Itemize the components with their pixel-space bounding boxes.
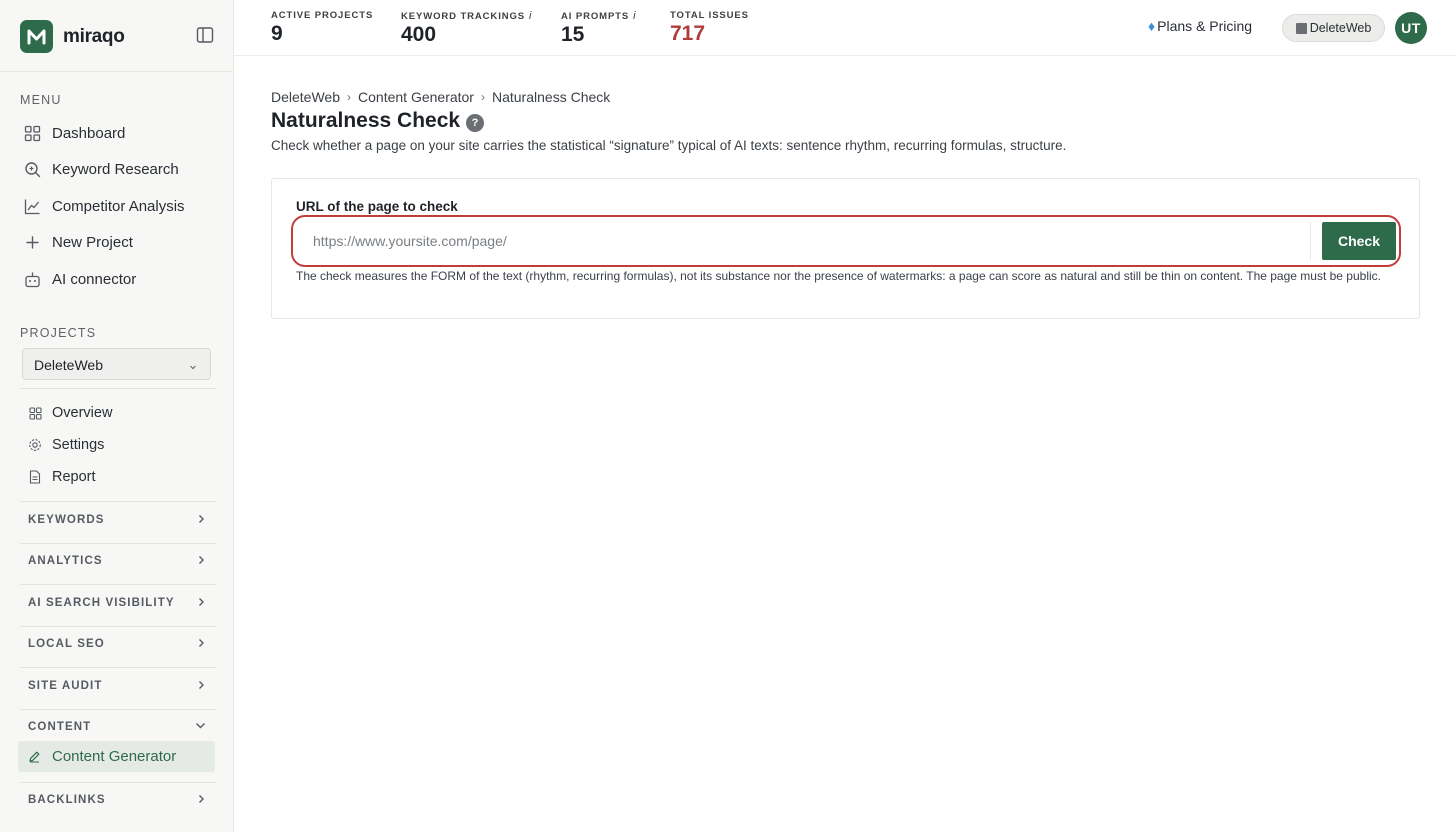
nav-content-generator[interactable]: Content Generator: [18, 741, 215, 772]
info-icon[interactable]: i: [633, 10, 635, 22]
url-help-text: The check measures the FORM of the text …: [296, 269, 1381, 283]
plans-pricing-label: Plans & Pricing: [1157, 18, 1253, 34]
stat-value: 717: [670, 22, 706, 45]
stat-ai-prompts: AI PROMPTS i 15: [561, 10, 636, 47]
chevron-right-icon: [196, 677, 206, 695]
chevron-down-icon: [188, 359, 198, 377]
group-analytics[interactable]: ANALYTICS: [20, 541, 216, 581]
top-bar: ACTIVE PROJECTS 9 KEYWORD TRACKINGS i 400…: [234, 0, 1456, 56]
grid-icon: [22, 123, 42, 143]
stat-keyword-trackings: KEYWORD TRACKINGS i 400: [401, 10, 531, 47]
url-field-label: URL of the page to check: [296, 199, 458, 214]
nav-label: Keyword Research: [52, 160, 179, 178]
help-icon[interactable]: ?: [466, 114, 484, 132]
stat-value: 400: [401, 23, 437, 46]
stat-total-issues: TOTAL ISSUES 717: [670, 10, 749, 46]
group-label: SITE AUDIT: [28, 680, 103, 692]
stat-label: AI PROMPTS i: [561, 10, 636, 22]
plans-pricing-link[interactable]: ♦ Plans & Pricing: [1148, 18, 1252, 34]
check-form-card: URL of the page to check Check The check…: [271, 178, 1420, 319]
chevron-right-icon: [196, 791, 206, 809]
page-description: Check whether a page on your site carrie…: [271, 138, 1067, 153]
url-input[interactable]: [298, 222, 1311, 260]
group-backlinks[interactable]: BACKLINKS: [20, 780, 216, 820]
workspace-label: DeleteWeb: [1309, 21, 1372, 35]
group-ai-search-visibility[interactable]: AI SEARCH VISIBILITY: [20, 583, 216, 623]
group-site-audit[interactable]: SITE AUDIT: [20, 666, 216, 706]
chevron-right-icon: [196, 552, 206, 570]
nav-label: Settings: [52, 437, 105, 453]
project-select[interactable]: DeleteWeb: [22, 348, 211, 380]
url-input-focus-ring: Check: [291, 215, 1401, 267]
stat-value: 15: [561, 23, 585, 46]
nav-competitor-analysis[interactable]: Competitor Analysis: [22, 191, 218, 221]
breadcrumb-item[interactable]: DeleteWeb: [271, 89, 340, 105]
building-icon: [1295, 22, 1307, 34]
sidebar: miraqo MENU Dashboard Keyword Research C…: [0, 0, 234, 832]
nav-label: AI connector: [52, 270, 137, 288]
sidebar-toggle-icon[interactable]: [195, 25, 215, 45]
search-icon: [22, 159, 42, 179]
group-label: CONTENT: [28, 721, 92, 733]
nav-settings[interactable]: Settings: [28, 431, 216, 459]
stat-value: 9: [271, 22, 283, 45]
group-label: AI SEARCH VISIBILITY: [28, 597, 175, 609]
group-keywords[interactable]: KEYWORDS: [20, 500, 216, 540]
gear-icon: [28, 438, 42, 452]
plus-icon: [22, 232, 42, 252]
nav-ai-connector[interactable]: AI connector: [22, 264, 218, 294]
workspace-chip[interactable]: DeleteWeb: [1282, 14, 1385, 42]
nav-label: Content Generator: [52, 748, 177, 765]
nav-label: New Project: [52, 233, 133, 251]
stat-active-projects: ACTIVE PROJECTS 9: [271, 10, 373, 46]
stat-label: TOTAL ISSUES: [670, 10, 749, 21]
breadcrumb-separator-icon: ›: [480, 90, 485, 104]
nav-keyword-research[interactable]: Keyword Research: [22, 154, 218, 184]
menu-section-label: MENU: [20, 93, 62, 107]
breadcrumb-item[interactable]: Content Generator: [358, 89, 474, 105]
check-button[interactable]: Check: [1322, 222, 1396, 260]
divider: [20, 388, 216, 389]
nav-label: Report: [52, 469, 96, 485]
group-label: KEYWORDS: [28, 514, 105, 526]
breadcrumb-current: Naturalness Check: [491, 89, 611, 105]
projects-section-label: PROJECTS: [20, 326, 97, 340]
stat-label: ACTIVE PROJECTS: [271, 10, 374, 21]
logo-icon[interactable]: [20, 20, 53, 53]
page-title: Naturalness Check: [271, 109, 461, 132]
nav-label: Overview: [52, 405, 113, 421]
chevron-right-icon: [196, 594, 206, 612]
chart-line-icon: [22, 196, 42, 216]
nav-report[interactable]: Report: [28, 463, 216, 491]
pencil-icon: [28, 750, 42, 764]
document-icon: [28, 470, 42, 484]
info-icon[interactable]: i: [529, 10, 531, 22]
nav-label: Dashboard: [52, 124, 126, 142]
nav-overview[interactable]: Overview: [28, 399, 216, 427]
group-local-seo[interactable]: LOCAL SEO: [20, 624, 216, 664]
stat-label: KEYWORD TRACKINGS i: [401, 10, 532, 22]
breadcrumb: DeleteWeb › Content Generator › Naturaln…: [271, 89, 610, 105]
robot-icon: [22, 269, 42, 289]
avatar[interactable]: UT: [1395, 12, 1427, 44]
chevron-right-icon: [196, 635, 206, 653]
brand-header: miraqo: [0, 0, 233, 72]
nav-new-project[interactable]: New Project: [22, 227, 218, 257]
nav-label: Competitor Analysis: [52, 197, 185, 215]
project-select-value: DeleteWeb: [34, 357, 104, 373]
group-label: BACKLINKS: [28, 794, 106, 806]
breadcrumb-separator-icon: ›: [347, 90, 352, 104]
chevron-right-icon: [196, 511, 206, 529]
gem-icon: ♦: [1148, 18, 1156, 34]
group-label: LOCAL SEO: [28, 638, 105, 650]
chevron-down-icon: [195, 718, 206, 736]
group-label: ANALYTICS: [28, 555, 103, 567]
nav-dashboard[interactable]: Dashboard: [22, 118, 218, 148]
grid-icon: [28, 406, 42, 420]
brand-name[interactable]: miraqo: [63, 26, 125, 48]
